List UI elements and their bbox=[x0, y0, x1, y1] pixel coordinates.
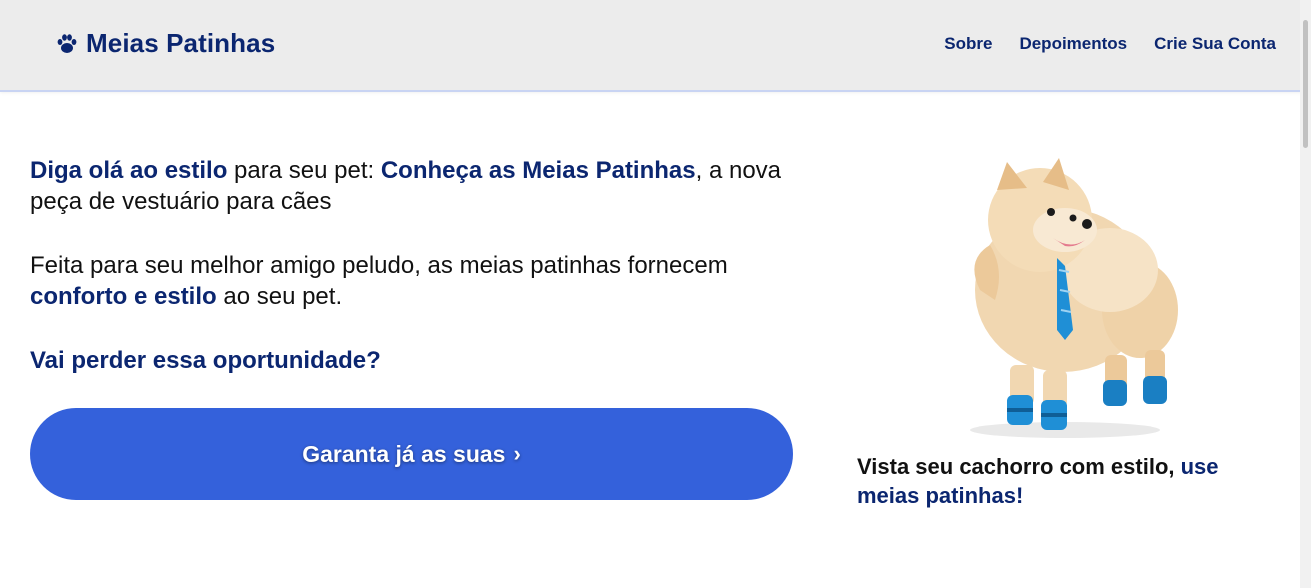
intro-text-1: para seu pet: bbox=[227, 157, 381, 184]
hero-paragraph-intro: Diga olá ao estilo para seu pet: Conheça… bbox=[30, 155, 810, 217]
image-caption: Vista seu cachorro com estilo, use meias… bbox=[857, 452, 1277, 510]
vertical-scrollbar[interactable] bbox=[1300, 0, 1311, 588]
caption-text: Vista seu cachorro com estilo, bbox=[857, 454, 1181, 479]
nav-link-depoimentos[interactable]: Depoimentos bbox=[1019, 34, 1127, 54]
paw-icon bbox=[56, 33, 78, 55]
hero-text: Diga olá ao estilo para seu pet: Conheça… bbox=[30, 155, 810, 376]
cta-button[interactable]: Garanta já as suas › bbox=[30, 408, 793, 500]
brand-name: Meias Patinhas bbox=[86, 28, 276, 58]
nav-link-crie-sua-conta[interactable]: Crie Sua Conta bbox=[1154, 34, 1276, 54]
chevron-right-icon: › bbox=[513, 441, 521, 466]
description-text-2: ao seu pet. bbox=[216, 283, 343, 310]
brand-logo-link[interactable]: Meias Patinhas bbox=[56, 28, 275, 59]
highlight-conforto-estilo: conforto e estilo bbox=[30, 283, 217, 310]
top-navbar: Meias Patinhas Sobre Depoimentos Crie Su… bbox=[0, 0, 1311, 92]
description-text-1: Feita para seu melhor amigo peludo, as m… bbox=[30, 252, 728, 279]
main-nav: Sobre Depoimentos Crie Sua Conta bbox=[944, 34, 1276, 54]
highlight-diga-ola: Diga olá ao estilo bbox=[30, 157, 228, 184]
hero-paragraph-description: Feita para seu melhor amigo peludo, as m… bbox=[30, 250, 810, 312]
dog-product-image bbox=[935, 150, 1205, 445]
highlight-conheca: Conheça as Meias Patinhas bbox=[380, 157, 696, 184]
scrollbar-thumb[interactable] bbox=[1303, 20, 1308, 148]
hero-question: Vai perder essa oportunidade? bbox=[30, 347, 381, 374]
nav-link-sobre[interactable]: Sobre bbox=[944, 34, 992, 54]
dog-illustration bbox=[970, 158, 1178, 438]
cta-label: Garanta já as suas bbox=[302, 440, 506, 467]
